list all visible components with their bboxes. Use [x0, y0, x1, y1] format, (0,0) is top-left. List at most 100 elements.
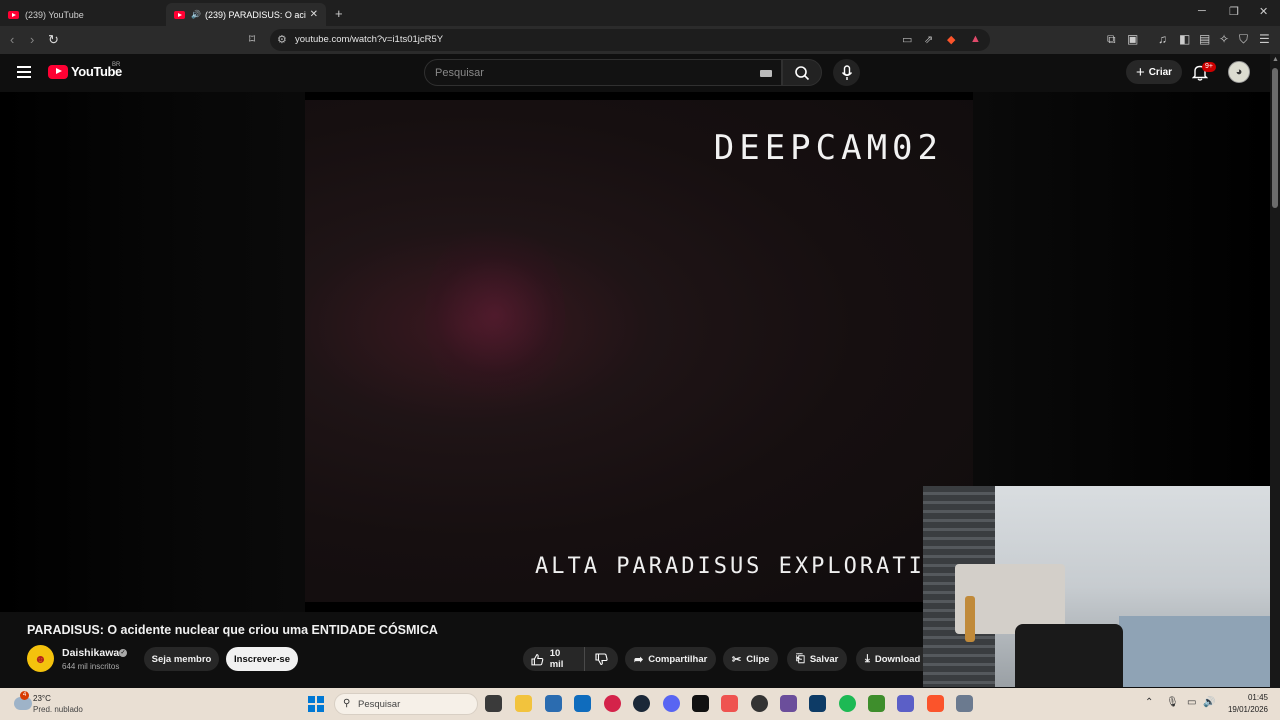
tab-title: (239) YouTube [25, 9, 84, 20]
address-bar[interactable]: ⚙ youtube.com/watch?v=i1ts01jcR5Y ▭ ⇗ ◆ … [270, 29, 990, 51]
browser-tab-youtube[interactable]: (239) YouTube [0, 3, 165, 26]
webcam-overlay [923, 486, 1280, 687]
video-title: PARADISUS: O acidente nuclear que criou … [27, 623, 438, 637]
brave-rewards-icon[interactable]: ▲ [970, 33, 981, 45]
close-window-icon[interactable]: ✕ [1259, 5, 1268, 18]
account-avatar[interactable]: ◕ [1228, 61, 1250, 83]
video-shadow-figure [425, 220, 565, 410]
like-button[interactable]: 10 mil [523, 647, 585, 671]
scroll-up-arrow-icon[interactable]: ▲ [1272, 56, 1279, 63]
forward-icon[interactable]: › [30, 32, 34, 47]
weather-forecast[interactable]: Pred. nublado [33, 705, 83, 714]
browser-toolbar: ‹ › ↻ ⌑ ⚙ youtube.com/watch?v=i1ts01jcR5… [0, 26, 1280, 54]
security-app-icon[interactable] [956, 695, 973, 712]
back-icon[interactable]: ‹ [10, 32, 14, 47]
windows-start-icon[interactable] [308, 696, 324, 712]
video-frame[interactable]: DEEPCAM02 ALTA PARADISUS EXPLORATI [305, 100, 973, 602]
bookmark-icon[interactable]: ⌑ [249, 32, 255, 46]
channel-avatar[interactable]: ☻ [27, 645, 54, 672]
url-text[interactable]: youtube.com/watch?v=i1ts01jcR5Y [295, 34, 443, 45]
site-info-icon[interactable]: ⚙ [277, 33, 287, 46]
save-label: Salvar [809, 653, 839, 665]
scroll-thumb[interactable] [1272, 68, 1278, 208]
dislike-button[interactable] [585, 647, 618, 671]
text-app-icon[interactable] [721, 695, 738, 712]
teams-icon[interactable] [897, 695, 914, 712]
calculator-icon[interactable] [545, 695, 562, 712]
subscribe-button[interactable]: Inscrever-se [226, 647, 298, 671]
sidebar-icon[interactable]: ◧ [1179, 32, 1190, 46]
windows-taskbar: 4 23°C Pred. nublado ⚲ Pesquisar ⌃ 🎙 ▭ 🔊… [0, 688, 1280, 720]
microphone-tray-icon[interactable]: 🎙 [1166, 697, 1179, 708]
discord-icon[interactable] [663, 695, 680, 712]
vpn-icon[interactable]: ⛉ [1239, 32, 1248, 47]
download-icon: ⤓ [865, 652, 870, 665]
speaker-icon[interactable]: 🔊 [191, 10, 201, 19]
channel-name[interactable]: Daishikawa [62, 647, 119, 659]
weather-alert-badge: 4 [20, 691, 29, 700]
create-button[interactable]: + Criar [1126, 60, 1182, 84]
reload-icon[interactable]: ↻ [48, 32, 59, 48]
share-page-icon[interactable]: ⇗ [924, 33, 933, 46]
browser-menu-icon[interactable]: ☰ [1259, 32, 1270, 46]
youtube-favicon-icon [174, 10, 185, 19]
new-tab-button[interactable]: + [335, 6, 343, 21]
tab-search-icon[interactable]: ▣ [1127, 32, 1138, 46]
browser-tab-video[interactable]: 🔊 (239) PARADISUS: O acidente ✕ [166, 3, 326, 26]
restore-icon[interactable]: ❐ [1229, 5, 1239, 18]
extensions-icon[interactable]: ⧉ [1107, 32, 1116, 47]
save-button[interactable]: ⎗ Salvar [787, 647, 848, 671]
notifications-badge: 9+ [1202, 62, 1216, 72]
youtube-logo[interactable]: YouTube [48, 64, 122, 79]
volume-icon[interactable]: 🔊 [1203, 697, 1215, 708]
join-button[interactable]: Seja membro [144, 647, 219, 671]
tiktok-icon[interactable] [692, 695, 709, 712]
like-count: 10 mil [549, 648, 564, 670]
weather-temperature[interactable]: 23°C [33, 694, 51, 703]
scissors-icon: ✂ [732, 653, 742, 666]
keyboard-icon[interactable] [760, 70, 772, 77]
cast-icon[interactable]: ▭ [902, 33, 912, 46]
task-view-icon[interactable] [485, 695, 502, 712]
verified-check-icon: ✓ [119, 649, 127, 657]
like-dislike-group: 10 mil [523, 647, 618, 671]
brave-browser-icon[interactable] [927, 695, 944, 712]
tab-title: (239) PARADISUS: O acidente [204, 9, 306, 20]
share-button[interactable]: ➦ Compartilhar [625, 647, 717, 671]
ai-assistant-icon[interactable]: ✧ [1219, 32, 1229, 46]
webcam-bottle [965, 596, 975, 642]
file-explorer-icon[interactable] [515, 695, 532, 712]
app-icon[interactable] [780, 695, 797, 712]
page-scrollbar[interactable]: ▲ [1270, 54, 1280, 688]
tray-overflow-chevron-icon[interactable]: ⌃ [1145, 697, 1153, 708]
hamburger-menu-icon[interactable] [17, 66, 31, 78]
taskbar-date[interactable]: 19/01/2026 [1216, 705, 1268, 714]
taskbar-search-input[interactable]: ⚲ Pesquisar [334, 693, 478, 715]
search-button[interactable] [782, 59, 822, 86]
music-icon[interactable]: ♫ [1158, 32, 1167, 46]
game-launcher-icon[interactable] [809, 695, 826, 712]
opera-icon[interactable] [604, 695, 621, 712]
minimize-icon[interactable]: ─ [1198, 5, 1206, 17]
minecraft-icon[interactable] [868, 695, 885, 712]
wallet-icon[interactable]: ▤ [1199, 32, 1210, 46]
brave-shields-icon[interactable]: ◆ [947, 33, 955, 46]
voice-search-button[interactable] [833, 59, 860, 86]
webcam-chair [1015, 624, 1123, 687]
outlook-icon[interactable] [574, 695, 591, 712]
network-icon[interactable]: ▭ [1187, 697, 1196, 708]
search-placeholder: Pesquisar [435, 67, 484, 79]
search-input[interactable]: Pesquisar [424, 59, 782, 86]
country-code: BR [112, 62, 121, 68]
share-label: Compartilhar [648, 653, 708, 665]
clip-button[interactable]: ✂ Clipe [723, 647, 779, 671]
steam-icon[interactable] [633, 695, 650, 712]
search-icon [795, 65, 810, 80]
taskbar-clock[interactable]: 01:45 [1226, 693, 1268, 702]
clip-label: Clipe [746, 653, 770, 665]
download-label: Download [874, 653, 921, 665]
obs-icon[interactable] [751, 695, 768, 712]
share-arrow-icon: ➦ [634, 653, 644, 666]
close-tab-icon[interactable]: ✕ [310, 9, 318, 20]
spotify-icon[interactable] [839, 695, 856, 712]
